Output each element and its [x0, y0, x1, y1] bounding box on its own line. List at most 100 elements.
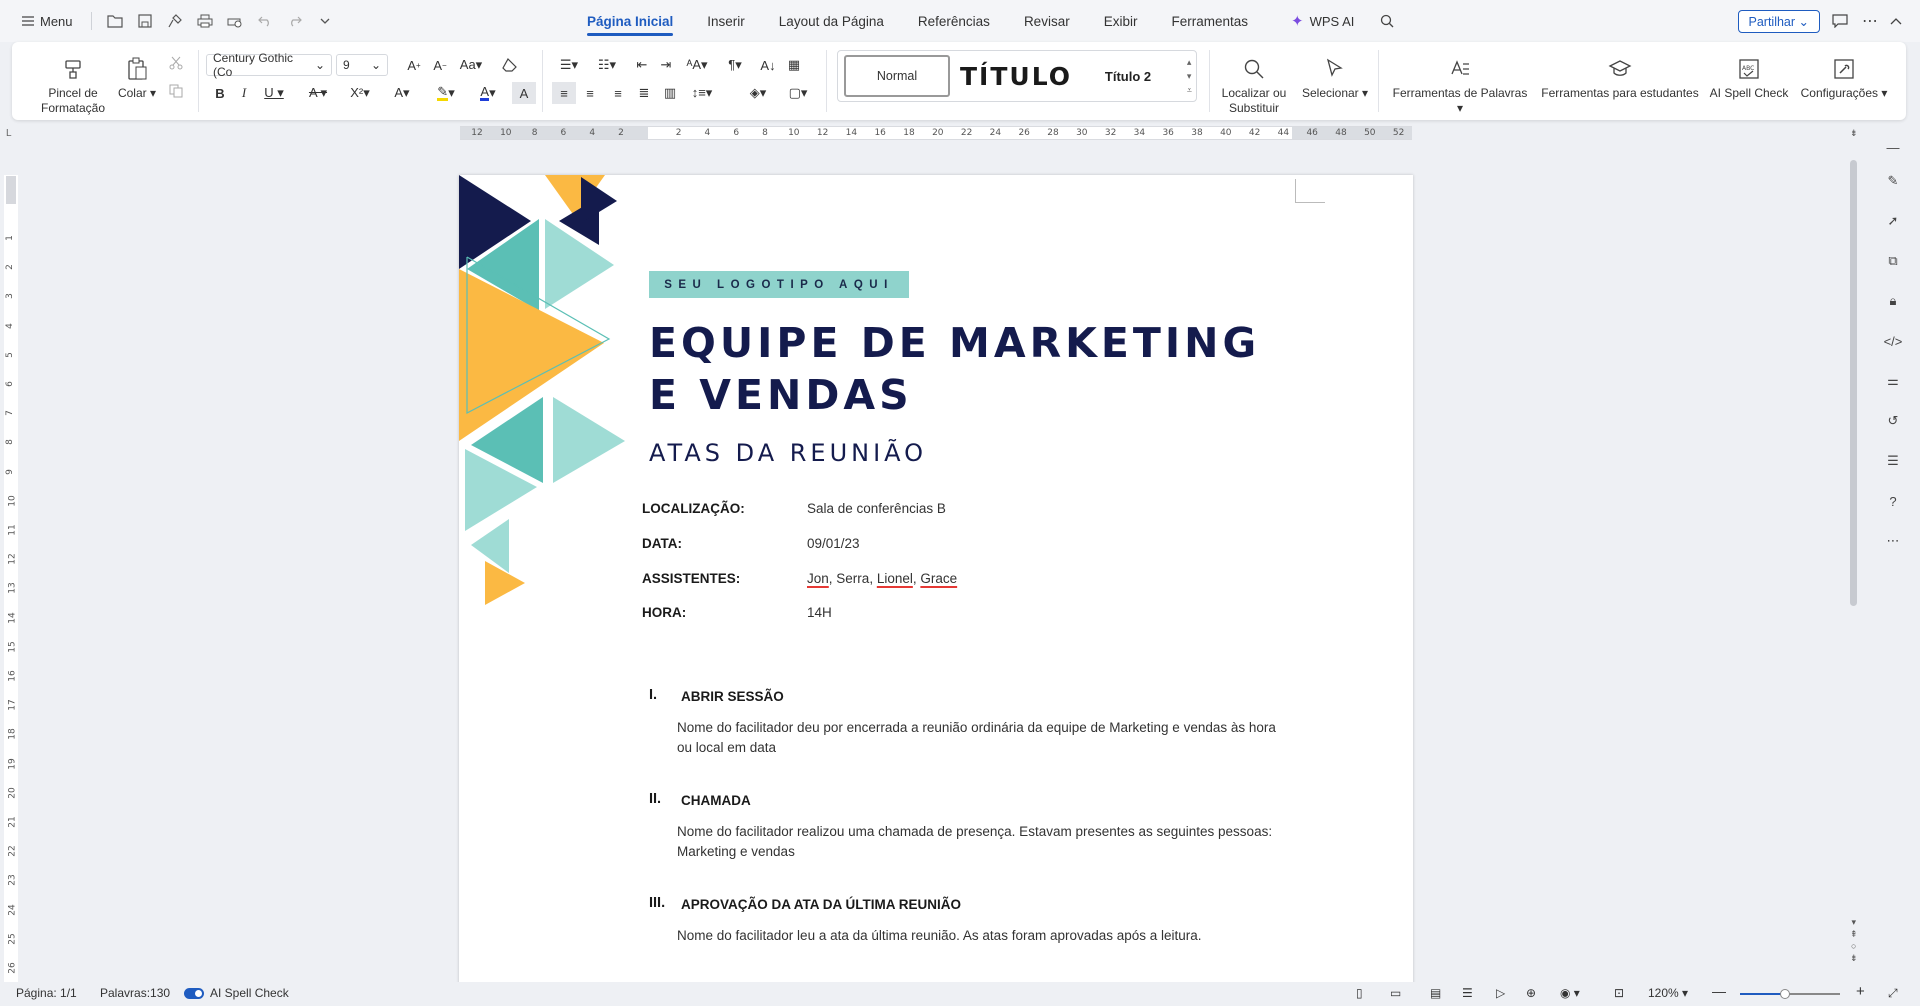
web-view-icon[interactable]: ⊕: [1526, 986, 1536, 1000]
document-subtitle[interactable]: ATAS DA REUNIÃO: [649, 439, 927, 467]
styles-scroll-icon[interactable]: ▴ ▾ ⩡: [1187, 55, 1192, 97]
underline-icon[interactable]: U ▾: [258, 82, 290, 104]
copy-doc-icon[interactable]: ⧉: [1882, 250, 1904, 272]
decrease-indent-icon[interactable]: ⇤: [630, 54, 654, 76]
increase-indent-icon[interactable]: ⇥: [654, 54, 678, 76]
font-size-select[interactable]: 9 ⌄: [336, 54, 388, 76]
code-icon[interactable]: </>: [1882, 330, 1904, 352]
bullet-list-icon[interactable]: ☰▾: [552, 54, 586, 76]
tab-ferramentas[interactable]: Ferramentas: [1154, 0, 1265, 42]
shading-icon[interactable]: ◈▾: [742, 82, 774, 104]
style-title[interactable]: TÍTULO: [956, 55, 1076, 97]
section-body[interactable]: Nome do facilitador leu a ata da última …: [677, 926, 1287, 946]
zoom-out-icon[interactable]: —: [1712, 983, 1726, 999]
sliders-icon[interactable]: ⚌: [1882, 370, 1904, 392]
shrink-font-icon[interactable]: A −: [428, 54, 452, 76]
justify-icon[interactable]: ≣: [632, 82, 656, 104]
collapse-ribbon-icon[interactable]: [1890, 17, 1902, 25]
line-spacing-icon[interactable]: ↕≡▾: [686, 82, 718, 104]
page-count[interactable]: Página: 1/1: [16, 986, 77, 1000]
tab-exibir[interactable]: Exibir: [1087, 0, 1155, 42]
borders-icon[interactable]: ▢▾: [782, 82, 814, 104]
highlight-icon[interactable]: ✎ ▾: [430, 82, 462, 104]
select-cursor-icon[interactable]: ➚: [1882, 210, 1904, 232]
copy-icon[interactable]: [164, 80, 188, 102]
search-icon[interactable]: [1380, 14, 1394, 28]
vertical-scrollbar[interactable]: [1850, 160, 1857, 606]
section-body[interactable]: Nome do facilitador deu por encerrada a …: [677, 718, 1287, 758]
clear-format-icon[interactable]: [498, 54, 522, 76]
table-grid-icon[interactable]: ▦: [782, 54, 806, 76]
font-color-icon[interactable]: A ▾: [472, 82, 504, 104]
align-left-icon[interactable]: ≡: [552, 82, 576, 104]
format-brush-icon[interactable]: [162, 8, 188, 34]
eye-protection-icon[interactable]: ◉ ▾: [1560, 986, 1580, 1000]
sort-icon[interactable]: A↓: [756, 54, 780, 76]
edit-pen-icon[interactable]: ✎: [1882, 170, 1904, 192]
paragraph-marks-icon[interactable]: ¶▾: [718, 54, 752, 76]
fullscreen-icon[interactable]: ⤢: [1888, 986, 1898, 1001]
settings-button[interactable]: Configurações ▾: [1796, 54, 1892, 101]
word-tools-button[interactable]: Ferramentas de Palavras ▾: [1388, 54, 1532, 116]
wps-ai-button[interactable]: ✦ WPS AI: [1291, 12, 1354, 30]
page-view-icon[interactable]: ▤: [1430, 986, 1441, 1000]
zoom-in-icon[interactable]: +: [1856, 983, 1865, 1000]
tab-layout-da-página[interactable]: Layout da Página: [762, 0, 901, 42]
font-name-select[interactable]: Century Gothic (Co ⌄: [206, 51, 332, 79]
grow-font-icon[interactable]: A +: [402, 54, 426, 76]
tab-inserir[interactable]: Inserir: [690, 0, 762, 42]
tab-referências[interactable]: Referências: [901, 0, 1007, 42]
vertical-ruler[interactable]: 1 2 3 4 5 6 7 8 9 10 11 12 13 14 15 16 17 18 19 20 21 22 23 24 2…: [4, 175, 18, 985]
share-button[interactable]: Partilhar ⌄: [1737, 9, 1820, 33]
history-icon[interactable]: ↺: [1882, 410, 1904, 432]
text-direction-icon[interactable]: ᴬA▾: [680, 54, 714, 76]
attendee-name[interactable]: Jon: [807, 571, 829, 586]
save-icon[interactable]: [132, 8, 158, 34]
tab-página-inicial[interactable]: Página Inicial: [570, 0, 690, 42]
open-folder-icon[interactable]: [102, 8, 128, 34]
paste-button[interactable]: Colar ▾: [112, 54, 162, 101]
more-icon[interactable]: ⋯: [1882, 530, 1904, 552]
cut-icon[interactable]: [164, 52, 188, 74]
section-heading[interactable]: APROVAÇÃO DA ATA DA ÚLTIMA REUNIÃO: [681, 897, 961, 912]
style-heading-2[interactable]: Título 2: [1082, 55, 1174, 97]
comment-icon[interactable]: [1832, 14, 1850, 28]
tab-selector-icon[interactable]: L: [6, 128, 12, 139]
format-painter-button[interactable]: Pincel de Formatação: [38, 54, 108, 116]
outline-icon[interactable]: ☰: [1882, 450, 1904, 472]
redo-icon[interactable]: [282, 8, 308, 34]
date-value[interactable]: 09/01/23: [807, 536, 860, 551]
menu-button[interactable]: Menu: [14, 10, 81, 33]
style-normal[interactable]: Normal: [844, 55, 950, 97]
student-tools-button[interactable]: Ferramentas para estudantes: [1540, 54, 1700, 101]
print-icon[interactable]: [192, 8, 218, 34]
lock-icon[interactable]: 🔒︎: [1882, 290, 1904, 312]
change-case-icon[interactable]: Aa▾: [454, 54, 488, 76]
text-effect-icon[interactable]: A▾: [386, 82, 418, 104]
ai-spell-check-button[interactable]: ABC AI Spell Check: [1704, 54, 1794, 101]
find-replace-button[interactable]: Localizar ou Substituir: [1218, 54, 1290, 116]
strikethrough-icon[interactable]: A ▾: [302, 82, 334, 104]
print-preview-icon[interactable]: [222, 8, 248, 34]
numbered-list-icon[interactable]: ☷▾: [590, 54, 624, 76]
time-value[interactable]: 14H: [807, 605, 832, 620]
document-status-icon[interactable]: ▯: [1356, 986, 1363, 1000]
zoom-slider[interactable]: [1740, 989, 1840, 999]
italic-icon[interactable]: I: [232, 82, 256, 104]
select-button[interactable]: Selecionar ▾: [1298, 54, 1372, 101]
play-icon[interactable]: ▷: [1496, 986, 1505, 1000]
bold-icon[interactable]: B: [208, 82, 232, 104]
location-value[interactable]: Sala de conferências B: [807, 501, 946, 516]
zoom-level[interactable]: 120% ▾: [1648, 986, 1688, 1000]
distribute-icon[interactable]: ▥: [658, 82, 682, 104]
document-page[interactable]: SEU LOGOTIPO AQUI EQUIPE DE MARKETING E …: [459, 175, 1413, 985]
superscript-icon[interactable]: X²▾: [344, 82, 376, 104]
ai-spell-toggle[interactable]: [184, 988, 204, 999]
scroll-split-icon[interactable]: ⇟: [1850, 128, 1858, 139]
section-heading[interactable]: CHAMADA: [681, 793, 751, 808]
reading-mode-icon[interactable]: ▭: [1390, 986, 1401, 1000]
align-right-icon[interactable]: ≡: [606, 82, 630, 104]
logo-placeholder[interactable]: SEU LOGOTIPO AQUI: [649, 271, 909, 298]
more-icon[interactable]: ⋯: [1862, 11, 1878, 31]
section-body[interactable]: Nome do facilitador realizou uma chamada…: [677, 822, 1287, 862]
